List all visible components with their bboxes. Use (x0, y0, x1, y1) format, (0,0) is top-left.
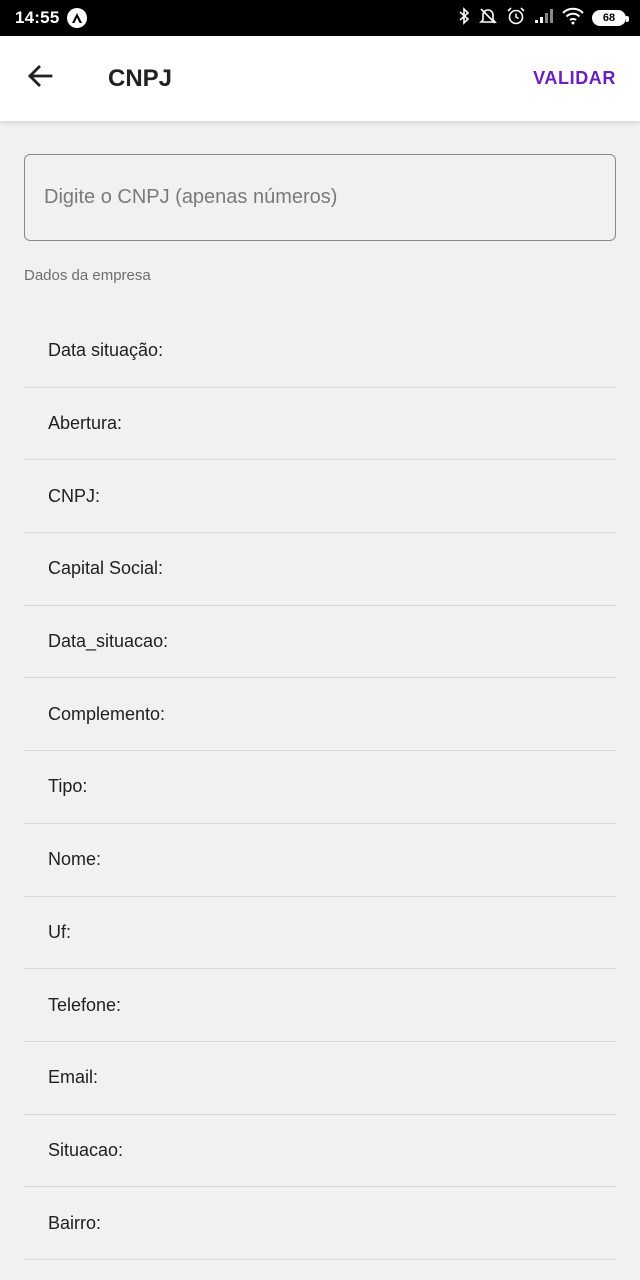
do-not-disturb-icon (478, 6, 498, 31)
section-title: Dados da empresa (24, 267, 151, 284)
info-label: Capital Social: (48, 558, 164, 579)
info-label: Nome: (48, 849, 102, 870)
company-info-list: Data situação: Abertura: CNPJ: Capital S… (24, 315, 616, 1260)
status-bar: 14:55 68 (0, 0, 640, 36)
battery-level: 68 (602, 12, 616, 24)
info-row-cnpj: CNPJ: (24, 460, 616, 534)
wifi-icon (562, 7, 584, 30)
info-row-uf: Uf: (24, 897, 616, 970)
back-button[interactable] (20, 58, 60, 98)
info-label: Data situação: (48, 340, 164, 361)
info-label: Telefone: (48, 994, 122, 1015)
info-row-capital-social: Capital Social: (24, 533, 616, 606)
info-row-data-situacao: Data situação: (24, 315, 616, 388)
cnpj-input[interactable] (24, 154, 616, 241)
info-row-data-situacao-raw: Data_situacao: (24, 606, 616, 679)
info-label: Abertura: (48, 413, 123, 434)
app-notification-icon (67, 8, 87, 28)
info-row-tipo: Tipo: (24, 751, 616, 824)
info-row-nome: Nome: (24, 824, 616, 897)
info-label: Uf: (48, 921, 72, 942)
app-bar: CNPJ VALIDAR (0, 36, 640, 121)
bluetooth-icon (458, 6, 470, 30)
alarm-icon (506, 6, 526, 31)
info-row-abertura: Abertura: (24, 388, 616, 461)
page-title: CNPJ (108, 65, 173, 92)
info-label: Situacao: (48, 1139, 124, 1160)
info-label: Email: (48, 1067, 99, 1088)
battery-icon: 68 (592, 10, 629, 26)
info-label: CNPJ: (48, 485, 101, 506)
info-label: Tipo: (48, 776, 88, 797)
status-time: 14:55 (15, 8, 60, 27)
info-label: Bairro: (48, 1212, 102, 1233)
validate-button[interactable]: VALIDAR (533, 68, 616, 89)
status-icons: 68 (458, 6, 629, 31)
info-label: Complemento: (48, 703, 166, 724)
arrow-back-icon (26, 62, 54, 95)
info-row-bairro: Bairro: (24, 1187, 616, 1260)
info-label: Data_situacao: (48, 631, 169, 652)
info-row-situacao: Situacao: (24, 1115, 616, 1188)
info-row-email: Email: (24, 1042, 616, 1115)
info-row-complemento: Complemento: (24, 678, 616, 752)
signal-icon (534, 8, 554, 29)
info-row-telefone: Telefone: (24, 969, 616, 1042)
